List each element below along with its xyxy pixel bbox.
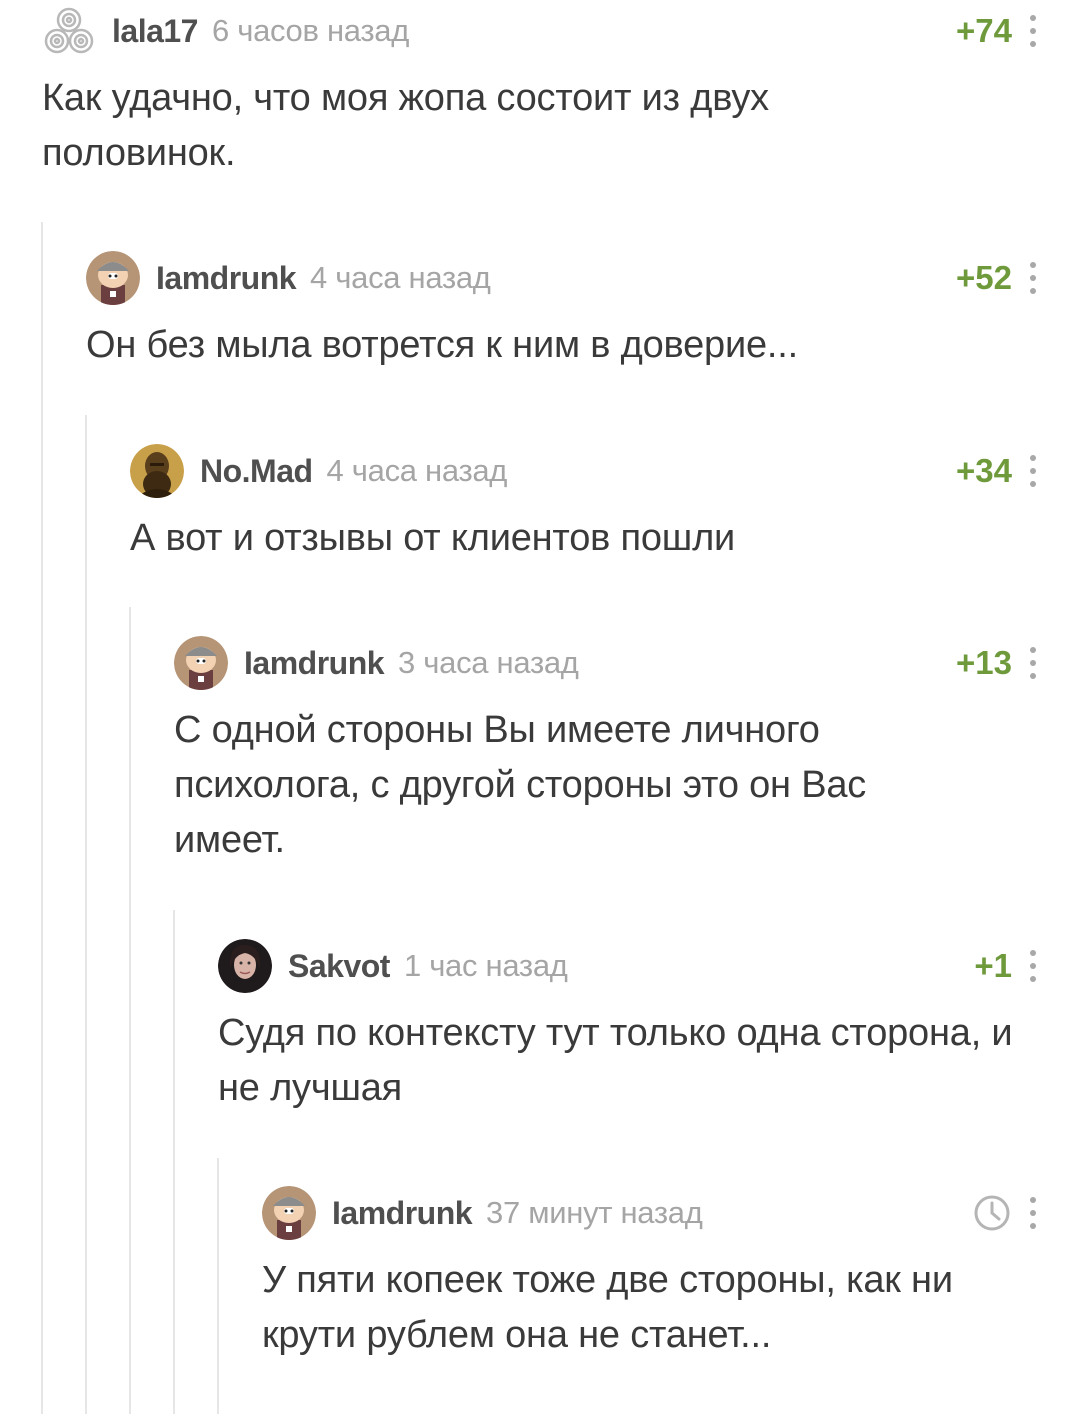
comment: Iamdrunk 4 часа назад +52 Он без мыла во…	[86, 248, 1040, 373]
comment-text: Как удачно, что моя жопа состоит из двух…	[42, 77, 769, 174]
comment-text: С одной стороны Вы имеете личного психол…	[174, 709, 867, 861]
comment-time[interactable]: 37 минут назад	[486, 1195, 703, 1231]
comment-author[interactable]: lala17	[112, 13, 198, 50]
comment-time[interactable]: 4 часа назад	[327, 453, 508, 489]
comment-author[interactable]: No.Mad	[200, 453, 313, 490]
comment-text: А вот и отзывы от клиентов пошли	[130, 517, 736, 559]
comment-header: lala17 6 часов назад +74	[42, 1, 1040, 61]
comment-time[interactable]: 4 часа назад	[310, 260, 491, 296]
more-options-icon[interactable]	[1026, 262, 1040, 294]
cartoon-character-avatar[interactable]	[174, 636, 228, 690]
thread-line-level-5	[217, 1158, 219, 1414]
more-options-icon[interactable]	[1026, 455, 1040, 487]
thread-line-level-1	[41, 222, 43, 1414]
cartoon-character-avatar[interactable]	[86, 251, 140, 305]
comment-time[interactable]: 6 часов назад	[212, 13, 409, 49]
more-options-icon[interactable]	[1026, 950, 1040, 982]
comment-rating: +52	[956, 259, 1012, 296]
thread-line-level-2	[85, 415, 87, 1414]
comment-time[interactable]: 1 час назад	[404, 948, 568, 984]
comment-header: Iamdrunk 37 минут назад	[262, 1183, 1040, 1243]
bearded-statue-avatar[interactable]	[130, 444, 184, 498]
more-options-icon[interactable]	[1026, 15, 1040, 47]
comment: lala17 6 часов назад +74 Как удачно, что…	[42, 1, 1040, 181]
comment-header: Iamdrunk 4 часа назад +52	[86, 248, 1040, 308]
spiral-logo-avatar[interactable]	[42, 4, 96, 58]
comment-rating: +13	[956, 644, 1012, 681]
thread-line-level-3	[129, 607, 131, 1414]
comment-text: Судя по контексту тут только одна сторон…	[218, 1012, 1013, 1109]
comment-rating: +34	[956, 452, 1012, 489]
comment-header: Sakvot 1 час назад +1	[218, 936, 1040, 996]
thread-line-level-4	[173, 910, 175, 1414]
comment: Iamdrunk 37 минут назад У пяти копеек то…	[262, 1183, 1040, 1363]
comment-author[interactable]: Iamdrunk	[332, 1195, 473, 1232]
comment-text: У пяти копеек тоже две стороны, как ни к…	[262, 1259, 953, 1356]
comment-author[interactable]: Iamdrunk	[156, 260, 297, 297]
comment-rating: +74	[956, 12, 1012, 49]
more-options-icon[interactable]	[1026, 647, 1040, 679]
more-options-icon[interactable]	[1026, 1197, 1040, 1229]
comment: No.Mad 4 часа назад +34 А вот и отзывы о…	[130, 441, 1040, 566]
comment-header: No.Mad 4 часа назад +34	[130, 441, 1040, 501]
clock-icon	[972, 1193, 1012, 1233]
comment-author[interactable]: Iamdrunk	[244, 645, 385, 682]
comment-text: Он без мыла вотрется к ним в доверие...	[86, 324, 798, 366]
comment-rating: +1	[974, 947, 1012, 984]
comment: Sakvot 1 час назад +1 Судя по контексту …	[218, 936, 1040, 1116]
cartoon-character-avatar[interactable]	[262, 1186, 316, 1240]
comment-header: Iamdrunk 3 часа назад +13	[174, 633, 1040, 693]
comment-author[interactable]: Sakvot	[288, 948, 390, 985]
comment-time[interactable]: 3 часа назад	[398, 645, 579, 681]
comment: Iamdrunk 3 часа назад +13 С одной сторон…	[174, 633, 1040, 868]
woman-photo-avatar[interactable]	[218, 939, 272, 993]
